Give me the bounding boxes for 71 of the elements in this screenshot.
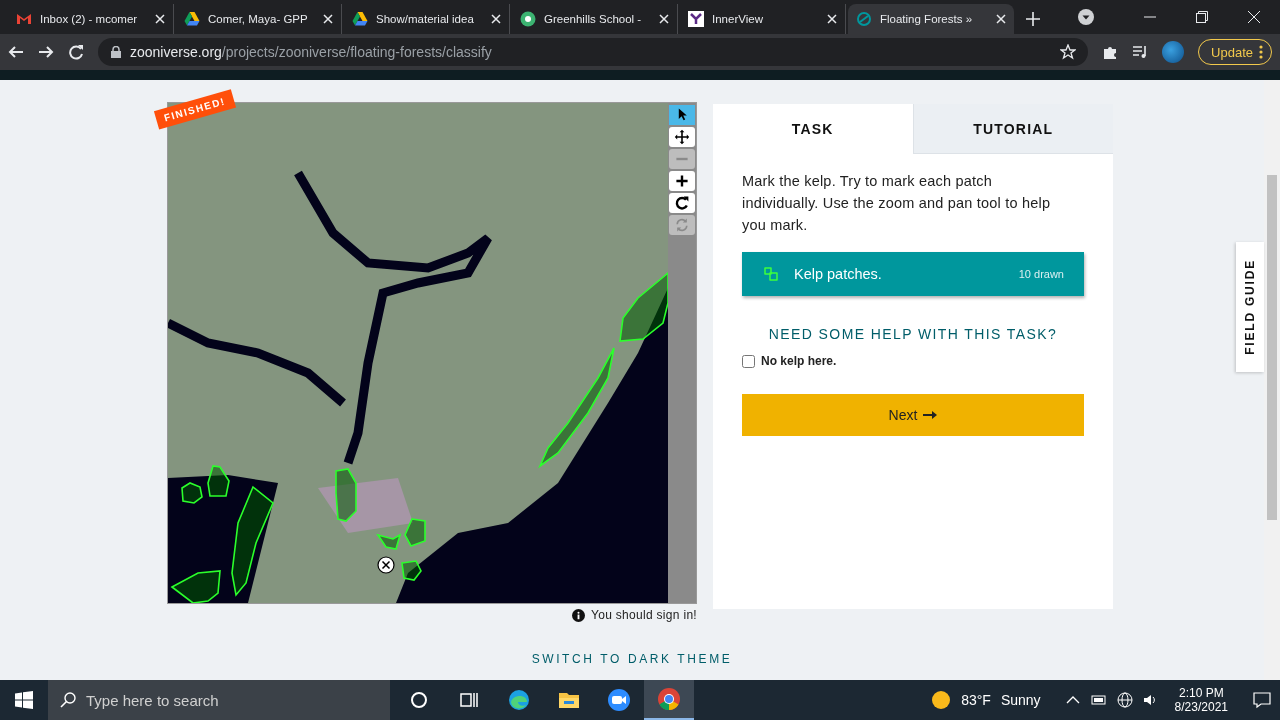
reload-icon[interactable]	[68, 44, 84, 60]
browser-logo-icon[interactable]	[657, 687, 681, 711]
taskbar-search-field[interactable]: Type here to search	[48, 680, 390, 720]
ring-logo-icon	[856, 11, 872, 27]
task-instruction: Mark the kelp. Try to mark each patch individually. Use the zoom and pan tool to help you mark.	[742, 172, 1052, 235]
triangle-logo-icon	[184, 11, 200, 27]
browser-tab[interactable]: Floating Forests »	[848, 4, 1014, 34]
clock-time: 2:10 PM	[1178, 686, 1224, 700]
network-logo-icon	[688, 11, 704, 27]
profile-avatar[interactable]	[1162, 41, 1185, 63]
delete-icon[interactable]	[377, 556, 395, 574]
zoom-in-tool[interactable]	[669, 171, 695, 191]
help-link[interactable]: NEED SOME HELP WITH THIS TASK?	[742, 326, 1084, 342]
video-camera-icon[interactable]	[607, 688, 631, 712]
refresh-icon	[674, 217, 690, 233]
media-queue-icon[interactable]	[1132, 44, 1149, 60]
puzzle-icon[interactable]	[1102, 44, 1119, 60]
triangle-logo-icon	[352, 11, 368, 27]
plus-icon	[674, 173, 690, 189]
move-icon	[674, 129, 690, 145]
close-icon[interactable]	[659, 14, 669, 24]
kelp-outline[interactable]	[619, 271, 668, 342]
mail-icon	[16, 11, 32, 27]
kelp-tool-button[interactable]: Kelp patches. 10 drawn	[742, 252, 1084, 296]
close-icon[interactable]	[155, 14, 165, 24]
star-icon[interactable]	[1060, 44, 1077, 60]
search-icon	[60, 692, 76, 708]
forward-arrow-icon[interactable]	[38, 44, 54, 60]
close-icon[interactable]	[996, 14, 1006, 24]
kelp-outline[interactable]	[207, 465, 230, 497]
restore-icon[interactable]	[1196, 11, 1208, 23]
next-button[interactable]: Next	[742, 394, 1084, 436]
battery-icon[interactable]	[1090, 692, 1107, 708]
temperature: 83°F	[961, 692, 991, 708]
no-kelp-checkbox[interactable]	[742, 354, 755, 368]
kelp-outline[interactable]	[401, 560, 422, 581]
clock-date: 8/23/2021	[1174, 700, 1228, 714]
wave-logo-icon[interactable]	[507, 688, 531, 712]
rotate-icon	[674, 195, 690, 211]
plus-icon[interactable]	[1026, 12, 1040, 26]
kelp-outline[interactable]	[231, 485, 274, 597]
close-icon[interactable]	[1248, 11, 1260, 23]
checkbox-label: No kelp here.	[761, 354, 837, 368]
back-arrow-icon[interactable]	[8, 44, 24, 60]
dropdown-icon[interactable]	[1078, 9, 1094, 25]
lock-icon	[110, 46, 122, 58]
kelp-outline[interactable]	[181, 482, 203, 504]
circle-logo-icon	[520, 11, 536, 27]
move-tool[interactable]	[669, 127, 695, 147]
close-icon[interactable]	[323, 14, 333, 24]
close-icon[interactable]	[491, 14, 501, 24]
notifications-icon[interactable]	[1252, 690, 1272, 710]
sign-in-notice: You should sign in!	[591, 608, 697, 622]
field-guide-tab[interactable]: FIELD GUIDE	[1236, 242, 1264, 372]
polygon-icon	[762, 265, 780, 283]
windows-logo-icon[interactable]	[15, 691, 33, 709]
panel-tab[interactable]: TUTORIAL	[912, 104, 1113, 154]
kelp-outline[interactable]	[538, 347, 615, 469]
globe-icon[interactable]	[1116, 692, 1133, 708]
kelp-outline[interactable]	[170, 570, 221, 603]
more-icon[interactable]	[1259, 45, 1263, 59]
close-icon[interactable]	[827, 14, 837, 24]
address-bar[interactable]: zooniverse.org/projects/zooniverse/floating-forests/classify	[98, 38, 1089, 66]
sun-icon[interactable]	[931, 690, 952, 710]
pointer-tool[interactable]	[669, 105, 695, 125]
url-text: zooniverse.org/projects/zooniverse/floating-forests/classify	[130, 44, 492, 60]
weather-condition: Sunny	[1000, 692, 1041, 708]
dark-theme-link[interactable]: SWITCH TO DARK THEME	[531, 652, 733, 666]
rotate-tool[interactable]	[669, 193, 695, 213]
right-arrow-icon	[923, 410, 938, 420]
info-icon	[572, 608, 585, 622]
